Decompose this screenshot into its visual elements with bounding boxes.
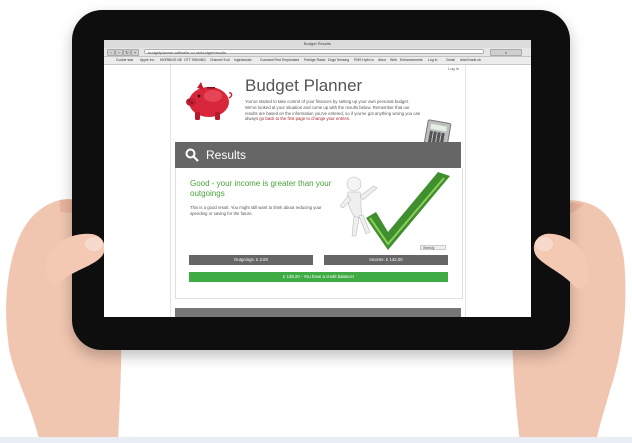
- right-thumb: [533, 233, 589, 289]
- bookmark-item[interactable]: Arbor: [378, 57, 386, 64]
- bookmark-item[interactable]: Pubdge Radio: [304, 57, 326, 64]
- left-thumb: [45, 233, 105, 284]
- bookmark-item[interactable]: Channel 5 uk: [210, 57, 230, 64]
- window-title: Budget Results: [303, 41, 332, 46]
- go-back-link[interactable]: go back to the first page to change your…: [259, 116, 350, 121]
- page-title: Budget Planner: [245, 76, 363, 95]
- forward-icon[interactable]: ›: [115, 49, 123, 56]
- back-icon[interactable]: ‹: [107, 49, 115, 56]
- credit-balance-banner: £ 139.20 - You have a credit balance!: [189, 272, 448, 282]
- results-card: Good - your income is greater than your …: [175, 168, 463, 299]
- bookmark-item[interactable]: Emplorates: [282, 57, 299, 64]
- bookmark-item[interactable]: Constant Red: [260, 57, 281, 64]
- bookmark-item[interactable]: MORNING NE: [160, 57, 182, 64]
- intro-paragraph: You've started to take control of your f…: [245, 99, 421, 122]
- results-title: Results: [206, 148, 247, 162]
- bookmark-item[interactable]: ArtieGrade uk: [460, 57, 481, 64]
- bookmark-item[interactable]: Web: [390, 57, 397, 64]
- background-band: [0, 437, 632, 443]
- browser-toolbar: ‹ › ↻ + budgetplanner.artfiselle.co.uk/b…: [104, 48, 531, 57]
- bookmark-item[interactable]: Enhancements: [400, 57, 423, 64]
- reload-icon[interactable]: ↻: [123, 49, 131, 56]
- income-total: Income: £ 142.00: [324, 255, 448, 265]
- login-link[interactable]: Log in: [448, 66, 459, 71]
- result-description: This is a good result. You might still w…: [190, 205, 322, 216]
- search-icon[interactable]: ⌕: [490, 49, 522, 56]
- bookmarks-bar: Cookie stat Apple Inc. MORNING NE OTT SH…: [104, 57, 531, 65]
- bookmark-item[interactable]: Dogs Sensing: [328, 57, 349, 64]
- web-page: Log in Budget Planner You've started to …: [170, 65, 466, 317]
- results-header: Results: [175, 142, 461, 168]
- bookmark-item[interactable]: Log In: [428, 57, 437, 64]
- tablet-screen: Budget Results ‹ › ↻ + budgetplanner.art…: [104, 40, 531, 317]
- photo-scene: Budget Results ‹ › ↻ + budgetplanner.art…: [0, 0, 632, 443]
- share-icon[interactable]: +: [131, 49, 139, 56]
- view-by-select[interactable]: Weekly: [420, 245, 446, 250]
- outgoings-total: Outgoings: £ 2.80: [189, 255, 313, 265]
- bookmark-item[interactable]: OTT SHINING: [184, 57, 206, 64]
- address-bar[interactable]: budgetplanner.artfiselle.co.uk/budget/re…: [144, 49, 484, 55]
- checkmark-figure-illustration: [339, 172, 450, 250]
- bookmark-item[interactable]: Cookie stat: [116, 57, 133, 64]
- result-heading: Good - your income is greater than your …: [190, 179, 332, 198]
- bookmark-item[interactable]: Apple Inc.: [140, 57, 155, 64]
- bookmark-item[interactable]: PMS Hydro's: [354, 57, 374, 64]
- magnifier-icon: [185, 148, 199, 162]
- bookmark-item[interactable]: Ingentorials: [234, 57, 252, 64]
- piggy-bank-icon: [186, 82, 233, 120]
- bookmark-item[interactable]: Gmail: [446, 57, 455, 64]
- next-section-header: [175, 308, 461, 317]
